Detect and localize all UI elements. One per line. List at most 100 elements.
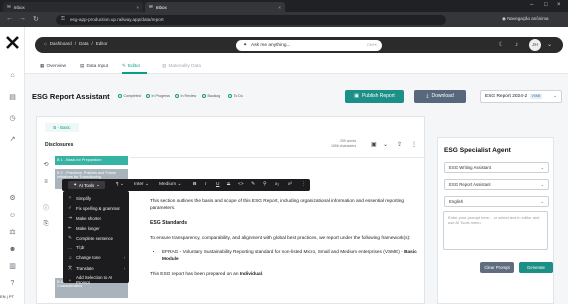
framework-list: EFRAG - Voluntary Sustainability Reporti… [150, 249, 417, 264]
back-icon[interactable]: ← [6, 15, 13, 22]
menu-item-make-longer[interactable]: ⇤ Make longer [67, 225, 127, 231]
ai-tools-button[interactable]: ✦ AI Tools ⌄ [68, 181, 105, 189]
clock-icon[interactable]: ◷ [8, 114, 17, 123]
closing-text: This ESG report has been prepared on an [150, 271, 240, 277]
trend-icon[interactable]: ↗ [8, 135, 17, 144]
chevron-down-icon[interactable]: ⌄ [383, 141, 388, 148]
list-icon[interactable]: ≡ [42, 179, 50, 185]
settings-icon[interactable]: ⚙ [8, 194, 17, 203]
italic-icon[interactable]: I [205, 182, 206, 187]
sparkle-icon: ✦ [73, 182, 77, 187]
weight-select[interactable]: Medium ⌄ [159, 182, 181, 187]
closing-paragraph[interactable]: This ESG report has been prepared on an … [150, 271, 417, 278]
generate-button[interactable]: Generate [519, 262, 553, 273]
home-icon[interactable]: ⌂ [8, 71, 17, 80]
url-field[interactable]: ⚿ esg-app-production.up.railway.app/data… [56, 14, 446, 25]
editor-content[interactable]: This section outlines the basis and scop… [150, 198, 417, 285]
users-icon[interactable]: ☺ [8, 211, 17, 220]
more-icon[interactable]: ⋮ [411, 141, 417, 148]
highlight-icon[interactable]: ✎ [251, 182, 255, 187]
ask-search-input[interactable]: ✦ Ask me anything... Ctrl+K [236, 39, 382, 51]
breadcrumb-data[interactable]: Data [79, 41, 89, 46]
menu-item-make-shorter[interactable]: ⇥ Make shorter [67, 215, 127, 221]
strikethrough-icon[interactable]: S [227, 182, 230, 187]
button-label: Download [431, 93, 454, 99]
database-icon[interactable]: ▤ [8, 93, 17, 102]
close-icon[interactable]: × [136, 5, 139, 10]
backlog-icon [202, 94, 206, 98]
theme-icon[interactable]: ☾ [497, 41, 506, 50]
browser-tab[interactable]: ✉ Inbox × [3, 2, 143, 12]
underline-icon[interactable]: U [216, 182, 219, 187]
maximize-icon[interactable]: □ [544, 2, 548, 8]
users-group-icon[interactable]: ☻ [8, 245, 17, 254]
publish-icon: ▣ [354, 93, 359, 99]
menu-item-tldr[interactable]: … Tl;dr [67, 245, 127, 250]
in-progress-icon [146, 94, 150, 98]
menu-item-translate[interactable]: 文 Translate › [67, 265, 127, 271]
intro-paragraph[interactable]: This section outlines the basis and scop… [150, 198, 417, 213]
status-legend-item: In Progress [146, 94, 170, 98]
tab-overview[interactable]: ▦ Overview [40, 63, 66, 69]
building-icon[interactable]: ▥ [8, 262, 17, 271]
link-icon[interactable]: ⚲ [263, 182, 267, 187]
incognito-label[interactable]: ◉ Navegação anônima [502, 16, 548, 22]
clear-prompt-button[interactable]: Clear Prompt [480, 262, 514, 273]
url-text: esg-app-production.up.railway.app/data/r… [70, 17, 164, 22]
status-legend-item: In Review [175, 94, 196, 98]
closing-bold: Individual [239, 271, 262, 277]
browser-tab-active[interactable]: ✉ Inbox × [145, 2, 285, 12]
weight-value: Medium [159, 181, 177, 187]
menu-item-simplify[interactable]: ✧ Simplify [67, 195, 127, 201]
export-icon[interactable]: ⇪ [397, 141, 402, 148]
save-icon[interactable]: ▣ [371, 141, 377, 148]
menu-item-fix-spelling[interactable]: ✓ Fix spelling & grammar [67, 205, 127, 211]
tab-data-input[interactable]: ▤ Data Input [80, 63, 108, 69]
standards-paragraph[interactable]: To ensure transparency, comparability, a… [150, 235, 417, 242]
logo-icon[interactable] [6, 36, 19, 49]
reload-icon[interactable]: ↻ [33, 15, 39, 23]
disclosure-item[interactable]: B 1 - Basis for Preparation [55, 156, 128, 165]
paragraph-icon[interactable]: ¶ ⌄ [116, 182, 124, 187]
menu-item-add-selection[interactable]: + Add Selection to AI Prompt [67, 275, 127, 285]
prompt-input[interactable]: Enter your prompt here... or select text… [443, 211, 548, 250]
section-heading[interactable]: ESG Standards [150, 220, 417, 228]
chevron-down-icon[interactable]: ⌄ [545, 41, 554, 50]
button-label: AI Tools [78, 182, 95, 188]
more-icon[interactable]: ⋮ [301, 182, 306, 187]
status-label: Completed [123, 94, 141, 98]
status-label: To Do [233, 94, 243, 98]
download-button[interactable]: ⤓ Download [414, 89, 466, 103]
info-icon[interactable]: ⓘ [42, 203, 50, 212]
close-window-icon[interactable]: × [557, 2, 561, 8]
publish-report-button[interactable]: ▣ Publish Report [345, 89, 404, 103]
report-selector[interactable]: ESG Report 2024-2 VSME ⌄ [480, 89, 562, 103]
menu-item-complete-sentence[interactable]: ✎ Complete sentence [67, 235, 127, 241]
history-icon[interactable]: ⟲ [42, 161, 50, 168]
tab-basic[interactable]: B - Basic [45, 123, 79, 132]
avatar[interactable]: JH [529, 39, 541, 51]
tab-editor[interactable]: ✎ Editor [122, 63, 140, 69]
app-sidebar: ⌂ ▤ ◷ ↗ ⚙ ☺ ⚖ ☻ ▥ ? [0, 27, 25, 304]
status-label: Backlog [207, 94, 221, 98]
minimize-icon[interactable]: – [530, 2, 533, 8]
bold-icon[interactable]: B [193, 182, 196, 187]
superscript-icon[interactable]: x² [288, 182, 292, 187]
breadcrumb: ⌂ Dashboard / Data / Editor [44, 41, 108, 46]
subscript-icon[interactable]: x₂ [275, 182, 279, 187]
font-select[interactable]: Inter ⌄ [134, 182, 149, 187]
list-item[interactable]: EFRAG - Voluntary Sustainability Reporti… [162, 249, 417, 264]
attach-icon[interactable]: ⎘ [42, 221, 50, 228]
menu-item-label: Make longer [76, 225, 100, 231]
menu-item-change-tone[interactable]: ♫ Change tone › [67, 255, 127, 260]
close-icon[interactable]: × [278, 5, 281, 10]
bell-icon[interactable]: ♪ [512, 41, 521, 50]
scale-icon[interactable]: ⚖ [8, 228, 17, 237]
language-switch[interactable]: EN | PT [0, 294, 14, 299]
code-icon[interactable]: <> [238, 182, 244, 187]
breadcrumb-dashboard[interactable]: Dashboard [50, 41, 72, 46]
forward-icon[interactable]: → [19, 15, 26, 22]
profile-text: Navegação anônima [507, 16, 549, 21]
help-icon[interactable]: ? [8, 279, 17, 288]
pencil-icon: ✎ [68, 235, 72, 240]
